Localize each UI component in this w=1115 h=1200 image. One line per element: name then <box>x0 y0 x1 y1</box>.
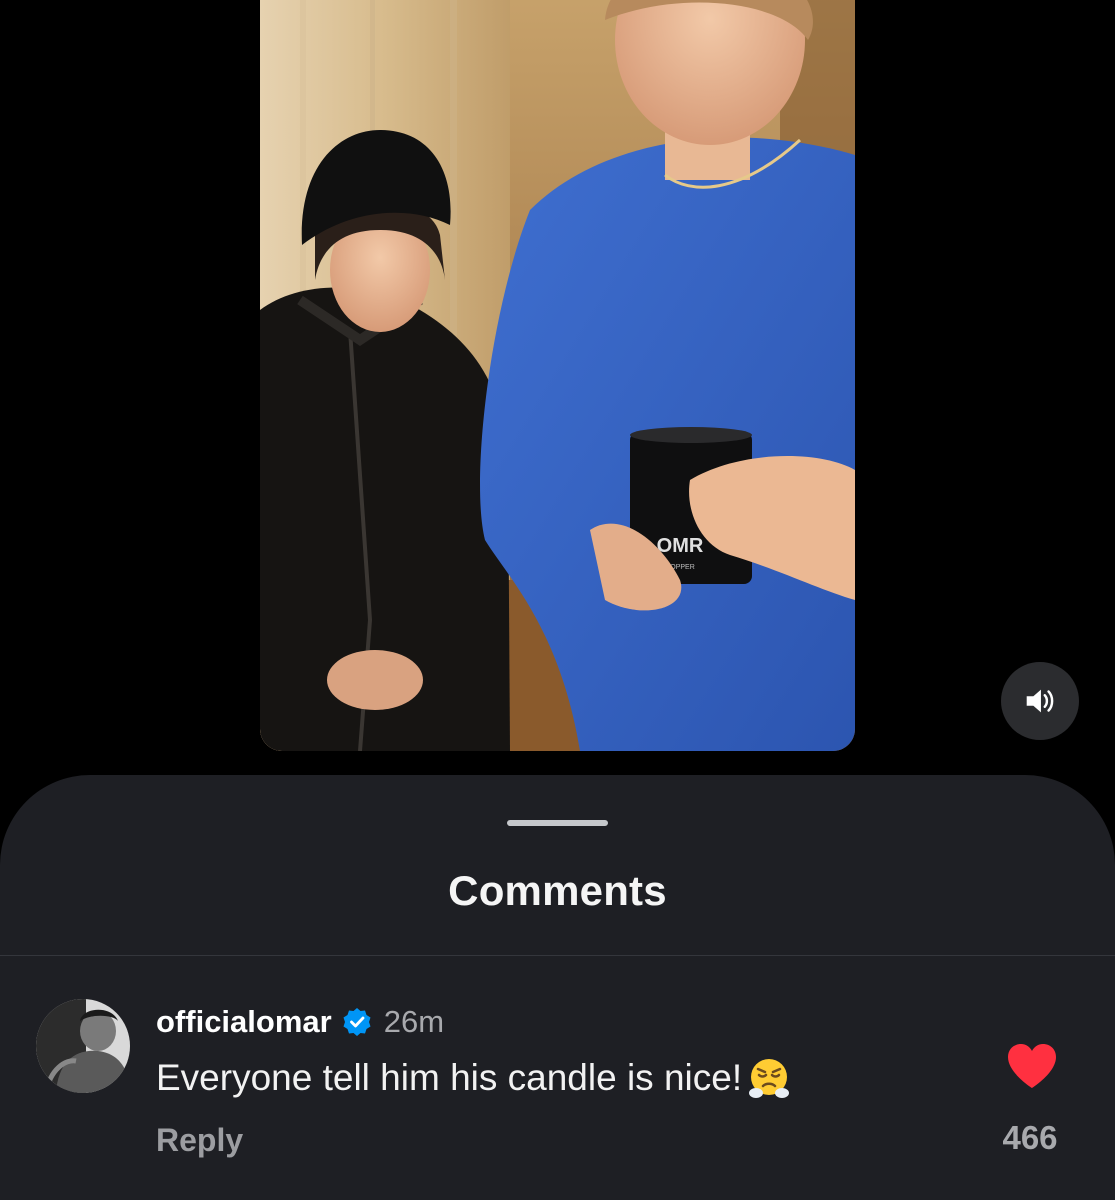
comments-sheet: Comments officialomar 26m Everyone tell … <box>0 775 1115 1200</box>
video-frame: OMR COPPER <box>260 0 855 751</box>
reply-button[interactable]: Reply <box>156 1122 243 1159</box>
like-heart-icon[interactable] <box>1005 1041 1059 1091</box>
comment-text: Everyone tell him his candle is nice! <box>156 1057 743 1098</box>
volume-button[interactable] <box>1001 662 1079 740</box>
avatar[interactable] <box>36 999 130 1093</box>
comment-timestamp: 26m <box>383 1004 445 1039</box>
username-link[interactable]: officialomar <box>156 1004 332 1040</box>
face-with-steam-from-nose-icon <box>749 1059 790 1098</box>
app-screen: OMR COPPER Comments officialomar 26m Eve… <box>0 0 1115 1200</box>
verified-badge-icon <box>343 1008 371 1036</box>
profile-photo <box>36 999 130 1093</box>
sheet-grabber-handle[interactable] <box>507 820 608 826</box>
comment-body: Everyone tell him his candle is nice! <box>156 1055 792 1101</box>
divider <box>0 955 1115 956</box>
comment-header: officialomar 26m <box>156 1004 444 1040</box>
speaker-volume-icon <box>1026 689 1054 713</box>
video-player[interactable]: OMR COPPER <box>260 0 855 751</box>
sheet-title: Comments <box>448 867 667 914</box>
candle-label: OMR <box>657 535 704 557</box>
like-count: 466 <box>1002 1119 1058 1156</box>
